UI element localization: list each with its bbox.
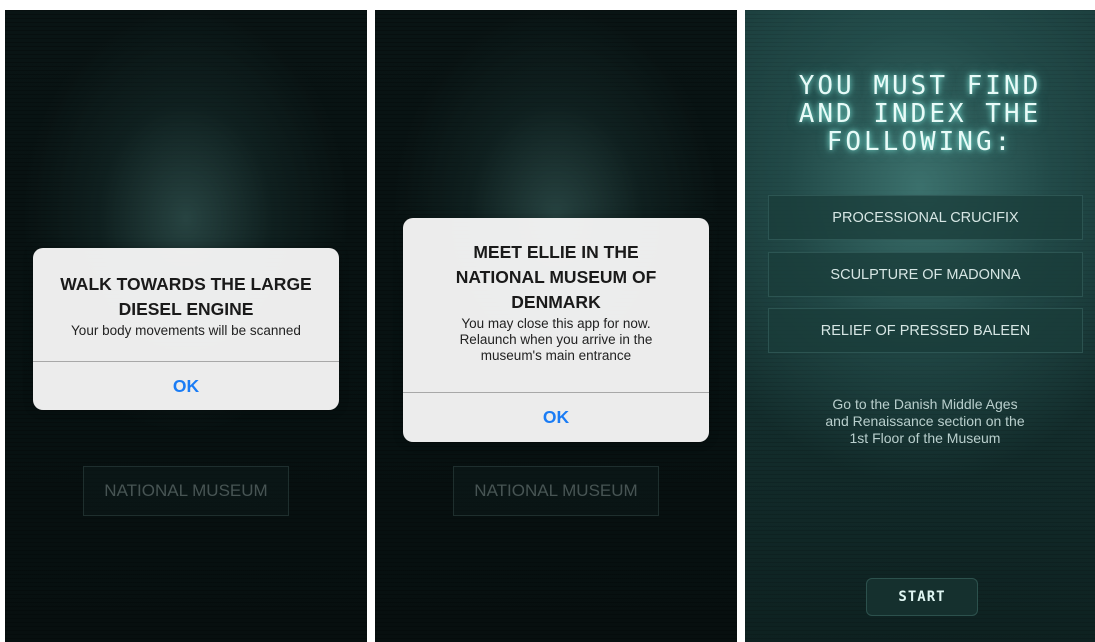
mission-title: YOU MUST FIND AND INDEX THE FOLLOWING: <box>798 71 1042 157</box>
alert-message: You may close this app for now. Relaunch… <box>459 316 653 363</box>
item-sculpture-of-madonna[interactable]: SCULPTURE OF MADONNA <box>768 252 1083 297</box>
screenshot-collage: NATIONAL MUSEUM WALK TOWARDS THE LARGE D… <box>0 0 1095 642</box>
phone-screen-find-and-index: YOU MUST FIND AND INDEX THE FOLLOWING: P… <box>745 10 1095 642</box>
alert-body: WALK TOWARDS THE LARGE DIESEL ENGINE You… <box>33 248 339 361</box>
alert-title: MEET ELLIE IN THE NATIONAL MUSEUM OF DEN… <box>455 242 657 312</box>
alert-message: Your body movements will be scanned <box>71 323 301 338</box>
phone-screen-diesel-engine: NATIONAL MUSEUM WALK TOWARDS THE LARGE D… <box>5 10 367 642</box>
phone-screen-meet-ellie: NATIONAL MUSEUM MEET ELLIE IN THE NATION… <box>375 10 737 642</box>
alert-title: WALK TOWARDS THE LARGE DIESEL ENGINE <box>60 274 312 319</box>
item-relief-of-pressed-baleen[interactable]: RELIEF OF PRESSED BALEEN <box>768 308 1083 353</box>
alert-dialog: MEET ELLIE IN THE NATIONAL MUSEUM OF DEN… <box>403 218 709 442</box>
alert-body: MEET ELLIE IN THE NATIONAL MUSEUM OF DEN… <box>403 218 709 392</box>
start-button[interactable]: START <box>866 578 978 616</box>
alert-dialog: WALK TOWARDS THE LARGE DIESEL ENGINE You… <box>33 248 339 410</box>
alert-ok-button[interactable]: OK <box>403 393 709 441</box>
alert-ok-button[interactable]: OK <box>33 362 339 410</box>
directions-text: Go to the Danish Middle Ages and Renaiss… <box>825 396 1025 446</box>
item-processional-crucifix[interactable]: PROCESSIONAL CRUCIFIX <box>768 195 1083 240</box>
